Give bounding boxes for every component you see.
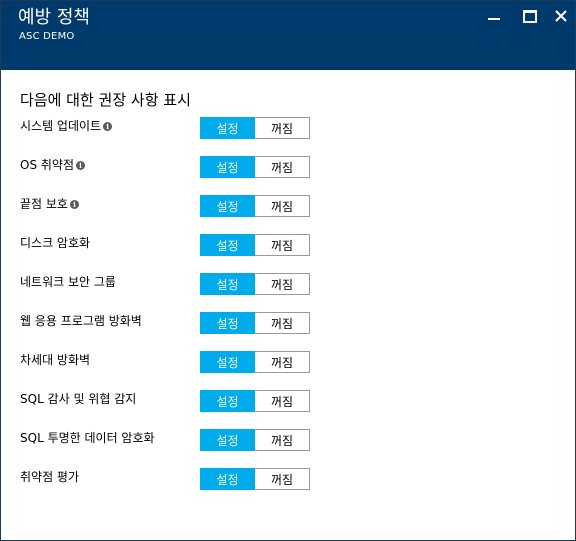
policy-row: 시스템 업데이트 i 설정 꺼짐 [1,117,575,142]
on-off-toggle: 설정 꺼짐 [200,195,310,217]
policy-label-text: 시스템 업데이트 [20,119,102,133]
policy-label: OS 취약점 i [20,157,85,173]
on-off-toggle: 설정 꺼짐 [200,390,310,412]
info-icon[interactable]: i [76,160,85,170]
policy-label-text: 웹 응용 프로그램 방화벽 [20,314,142,328]
toggle-on-option[interactable]: 설정 [200,234,255,256]
policy-row: OS 취약점 i 설정 꺼짐 [1,156,575,181]
blade-subtitle: ASC DEMO [19,31,75,42]
policy-label: 네트워크 보안 그룹 [20,274,116,290]
toggle-off-option[interactable]: 꺼짐 [255,468,310,490]
policy-row: SQL 투명한 데이터 암호화 설정 꺼짐 [1,429,575,454]
toggle-on-option[interactable]: 설정 [200,429,255,451]
on-off-toggle: 설정 꺼짐 [200,429,310,451]
policy-label-text: SQL 감사 및 위협 감지 [20,392,137,406]
blade-title: 예방 정책 [18,7,90,28]
policy-row: 네트워크 보안 그룹 설정 꺼짐 [1,273,575,298]
minimize-icon [488,18,500,20]
policy-label-text: 끝점 보호 [20,197,68,211]
toggle-on-option[interactable]: 설정 [200,195,255,217]
toggle-off-option[interactable]: 꺼짐 [255,312,310,334]
toggle-off-option[interactable]: 꺼짐 [255,429,310,451]
policy-row: SQL 감사 및 위협 감지 설정 꺼짐 [1,390,575,415]
blade-header: 예방 정책 ASC DEMO [1,1,575,70]
policy-label: 시스템 업데이트 i [20,118,113,134]
policy-label: SQL 투명한 데이터 암호화 [20,430,155,446]
on-off-toggle: 설정 꺼짐 [200,468,310,490]
on-off-toggle: 설정 꺼짐 [200,273,310,295]
toggle-on-option[interactable]: 설정 [200,351,255,373]
maximize-icon [523,9,537,23]
policy-row: 취약점 평가 설정 꺼짐 [1,468,575,493]
close-icon [555,10,567,22]
info-icon[interactable]: i [69,199,79,209]
toggle-off-option[interactable]: 꺼짐 [255,273,310,295]
preventive-policy-blade: 예방 정책 ASC DEMO 다음에 대한 권장 사항 표시 시스템 업데이트 i… [0,0,576,541]
policy-label-text: 디스크 암호화 [20,236,91,250]
policy-label: 끝점 보호 i [20,196,79,212]
toggle-off-option[interactable]: 꺼짐 [255,195,310,217]
toggle-on-option[interactable]: 설정 [200,117,255,139]
toggle-on-option[interactable]: 설정 [200,312,255,334]
maximize-button[interactable] [521,7,539,25]
policy-label-text: OS 취약점 [20,158,74,172]
toggle-off-option[interactable]: 꺼짐 [255,351,310,373]
toggle-on-option[interactable]: 설정 [200,468,255,490]
policy-label: 취약점 평가 [20,469,79,485]
toggle-off-option[interactable]: 꺼짐 [255,156,310,178]
policy-row: 웹 응용 프로그램 방화벽 설정 꺼짐 [1,312,575,337]
info-icon[interactable]: i [103,121,113,131]
close-button[interactable] [552,7,570,25]
on-off-toggle: 설정 꺼짐 [200,351,310,373]
toggle-off-option[interactable]: 꺼짐 [255,234,310,256]
minimize-button[interactable] [485,7,503,25]
policy-label-text: SQL 투명한 데이터 암호화 [20,431,155,445]
policy-label-text: 취약점 평가 [20,470,80,484]
policy-row: 차세대 방화벽 설정 꺼짐 [1,351,575,376]
on-off-toggle: 설정 꺼짐 [200,156,310,178]
toggle-off-option[interactable]: 꺼짐 [255,117,310,139]
toggle-on-option[interactable]: 설정 [200,390,255,412]
on-off-toggle: 설정 꺼짐 [200,234,310,256]
policy-label-text: 네트워크 보안 그룹 [20,275,116,289]
policy-label: 디스크 암호화 [20,235,90,251]
policy-label-text: 차세대 방화벽 [20,353,91,367]
section-title: 다음에 대한 권장 사항 표시 [20,91,191,109]
policy-label: SQL 감사 및 위협 감지 [20,391,136,407]
toggle-on-option[interactable]: 설정 [200,273,255,295]
policy-row: 디스크 암호화 설정 꺼짐 [1,234,575,259]
toggle-off-option[interactable]: 꺼짐 [255,390,310,412]
policy-label: 차세대 방화벽 [20,352,90,368]
on-off-toggle: 설정 꺼짐 [200,312,310,334]
policy-row: 끝점 보호 i 설정 꺼짐 [1,195,575,220]
policy-label: 웹 응용 프로그램 방화벽 [20,313,142,329]
toggle-on-option[interactable]: 설정 [200,156,255,178]
on-off-toggle: 설정 꺼짐 [200,117,310,139]
